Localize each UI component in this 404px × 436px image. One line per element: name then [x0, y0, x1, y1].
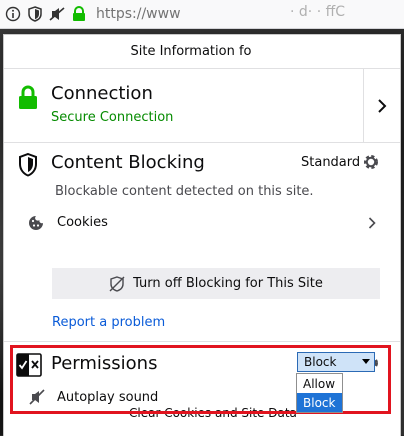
cookies-label: Cookies — [57, 215, 108, 230]
turn-off-blocking-label: Turn off Blocking for This Site — [133, 276, 323, 291]
url-text-tail[interactable]: · d· · ffC — [290, 4, 345, 20]
connection-status: Secure Connection — [51, 110, 174, 125]
autoplay-dropdown: Allow Block — [296, 373, 343, 413]
info-icon[interactable] — [4, 5, 22, 23]
connection-title: Connection — [51, 83, 153, 104]
autoplay-blocked-icon — [29, 389, 45, 405]
blocking-mode-label: Standard — [301, 155, 361, 170]
secure-lock-icon — [19, 85, 37, 109]
lock-icon[interactable] — [70, 5, 88, 23]
tracking-shield-icon[interactable] — [26, 5, 44, 23]
gear-icon[interactable] — [362, 153, 380, 171]
url-text[interactable]: https://www — [96, 6, 181, 22]
permissions-title: Permissions — [51, 353, 158, 374]
autoplay-blocked-icon[interactable] — [48, 5, 66, 23]
autoplay-selected-value: Block — [304, 355, 337, 369]
option-allow[interactable]: Allow — [297, 374, 342, 393]
blocking-description: Blockable content detected on this site. — [55, 184, 314, 199]
panel-header: Site Information fo — [4, 35, 400, 69]
shield-slash-icon — [109, 275, 125, 292]
cookies-row[interactable]: Cookies — [4, 207, 400, 237]
panel-title: Site Information fo — [130, 44, 252, 59]
clear-site-data-button[interactable]: Clear Cookies and Site Data — [129, 406, 297, 420]
chevron-right-icon — [378, 98, 387, 113]
content-blocking-title: Content Blocking — [51, 152, 205, 173]
permissions-icon — [16, 353, 42, 377]
cookie-icon — [29, 216, 43, 230]
connection-expand-button[interactable] — [363, 69, 400, 142]
url-bar[interactable]: https://www · d· · ffC — [0, 0, 404, 29]
autoplay-label: Autoplay sound — [57, 390, 159, 405]
chevron-right-icon — [368, 217, 376, 229]
turn-off-blocking-button[interactable]: Turn off Blocking for This Site — [52, 268, 380, 299]
dropdown-caret-icon — [362, 359, 370, 364]
content-blocking-section: Content Blocking Standard Blockable cont… — [4, 143, 400, 342]
option-block[interactable]: Block — [297, 393, 342, 412]
autoplay-select[interactable]: Block — [297, 352, 375, 372]
connection-section[interactable]: Connection Secure Connection — [4, 69, 400, 143]
report-problem-link[interactable]: Report a problem — [52, 315, 165, 330]
shield-icon — [19, 153, 37, 177]
